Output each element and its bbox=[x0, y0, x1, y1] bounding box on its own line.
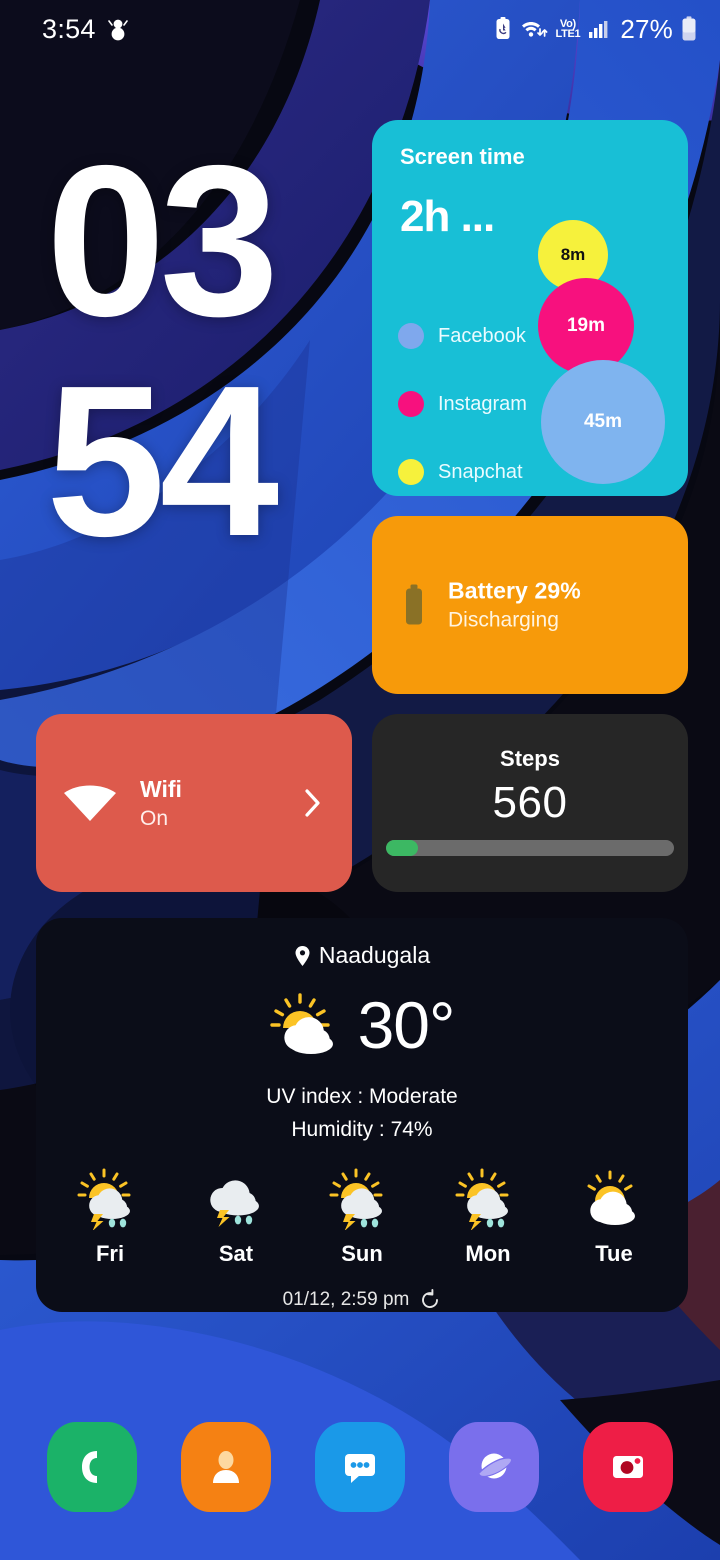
status-bar-clock: 3:54 bbox=[42, 13, 96, 44]
weather-widget[interactable]: Naadugala 30° UV index : Moderate Humidi… bbox=[36, 918, 688, 1312]
camera-icon[interactable] bbox=[583, 1422, 673, 1512]
clock-hours: 03 bbox=[46, 120, 279, 361]
steps-value: 560 bbox=[492, 778, 568, 827]
bubble-label-instagram: 19m bbox=[566, 315, 606, 336]
camera-glyph-icon bbox=[613, 1456, 643, 1478]
weather-meta: UV index : Moderate Humidity : 74% bbox=[36, 1081, 688, 1146]
forecast-label-mon: Mon bbox=[465, 1241, 511, 1267]
contacts-glyph-icon bbox=[213, 1451, 239, 1483]
battery-widget-content: Battery 29% Discharging bbox=[402, 578, 581, 633]
battery-icon bbox=[682, 16, 696, 41]
weather-temperature: 30° bbox=[357, 988, 456, 1062]
dock-app-contacts[interactable] bbox=[181, 1422, 271, 1512]
forecast-label-tue: Tue bbox=[595, 1241, 633, 1267]
dock bbox=[0, 1422, 720, 1512]
home-clock[interactable]: 03 54 bbox=[46, 120, 279, 582]
status-bar-right: Vo) LTE1 27% bbox=[493, 14, 698, 45]
sun-behind-cloud-icon bbox=[587, 1170, 635, 1226]
forecast-day-mon: Mon bbox=[438, 1168, 538, 1267]
legend-item-snapchat: Snapchat bbox=[398, 438, 568, 496]
volte-indicator: Vo) LTE1 bbox=[555, 18, 581, 40]
weather-location-row: Naadugala bbox=[36, 942, 688, 969]
weather-forecast-row: Fri Sat Sun Mon Tue bbox=[36, 1168, 688, 1267]
wifi-icon bbox=[64, 785, 116, 821]
messages-icon[interactable] bbox=[315, 1422, 405, 1512]
steps-title: Steps bbox=[500, 746, 560, 771]
legend-label-facebook: Facebook bbox=[438, 324, 526, 347]
battery-widget-subtitle: Discharging bbox=[448, 608, 559, 632]
screen-time-title: Screen time bbox=[400, 144, 525, 169]
weather-humidity: Humidity : 74% bbox=[291, 1117, 433, 1141]
phone-glyph-icon bbox=[82, 1451, 97, 1483]
wifi-widget-content: Wifi On bbox=[36, 714, 352, 892]
cloud-storm-rain-icon bbox=[210, 1180, 259, 1228]
sun-behind-cloud-icon bbox=[269, 993, 333, 1054]
internet-icon[interactable] bbox=[449, 1422, 539, 1512]
forecast-label-fri: Fri bbox=[95, 1241, 125, 1267]
battery-percent-label: 27% bbox=[620, 13, 673, 44]
signal-bars-icon bbox=[589, 21, 608, 38]
wifi-data-icon bbox=[522, 21, 548, 37]
screen-time-widget[interactable]: Screen time 2h ... Facebook Instagram Sn… bbox=[372, 120, 688, 496]
legend-dot-snapchat bbox=[398, 459, 424, 485]
bubble-instagram: 19m bbox=[538, 278, 634, 374]
battery-widget-text: Battery 29% Discharging bbox=[448, 578, 581, 633]
forecast-day-tue: Tue bbox=[564, 1168, 664, 1267]
wifi-widget-title: Wifi bbox=[140, 775, 182, 802]
refresh-icon[interactable] bbox=[419, 1289, 441, 1311]
battery-icon bbox=[406, 584, 422, 624]
phone-icon[interactable] bbox=[47, 1422, 137, 1512]
messages-glyph-icon bbox=[345, 1454, 375, 1483]
legend-label-instagram: Instagram bbox=[438, 392, 527, 415]
clock-minutes: 54 bbox=[46, 340, 279, 582]
dock-app-camera[interactable] bbox=[583, 1422, 673, 1512]
dock-app-internet[interactable] bbox=[449, 1422, 539, 1512]
location-pin-icon bbox=[295, 945, 310, 966]
chevron-right-icon[interactable] bbox=[300, 783, 326, 823]
volte-bottom-label: LTE1 bbox=[555, 28, 581, 40]
legend-dot-facebook bbox=[398, 323, 424, 349]
forecast-day-fri: Fri bbox=[60, 1168, 160, 1267]
wifi-widget-subtitle: On bbox=[140, 806, 169, 830]
weather-updated-row[interactable]: 01/12, 2:59 pm bbox=[36, 1289, 688, 1311]
battery-widget[interactable]: Battery 29% Discharging bbox=[372, 516, 688, 694]
weather-location-label: Naadugala bbox=[318, 942, 431, 968]
snowman-icon bbox=[107, 19, 128, 41]
weather-uv-index: UV index : Moderate bbox=[266, 1085, 458, 1108]
bubble-label-facebook: 45m bbox=[583, 411, 623, 432]
forecast-day-sun: Sun bbox=[312, 1168, 412, 1267]
forecast-day-sat: Sat bbox=[186, 1168, 286, 1267]
legend-label-snapchat: Snapchat bbox=[438, 460, 523, 483]
status-bar: 3:54 Vo) LTE1 27% bbox=[0, 0, 720, 58]
sun-cloud-storm-rain-icon bbox=[455, 1168, 509, 1232]
sun-cloud-storm-rain-icon bbox=[77, 1168, 131, 1232]
wifi-widget-text: Wifi On bbox=[140, 776, 300, 831]
weather-updated-label: 01/12, 2:59 pm bbox=[282, 1289, 410, 1311]
forecast-label-sat: Sat bbox=[218, 1241, 254, 1267]
contacts-icon[interactable] bbox=[181, 1422, 271, 1512]
internet-glyph-icon bbox=[478, 1453, 513, 1479]
bubble-label-snapchat: 8m bbox=[560, 245, 586, 264]
steps-widget[interactable]: Steps 560 bbox=[372, 714, 688, 892]
sun-cloud-storm-rain-icon bbox=[329, 1168, 383, 1232]
dock-app-phone[interactable] bbox=[47, 1422, 137, 1512]
screen-time-total: 2h ... bbox=[400, 192, 495, 241]
steps-progress-fill bbox=[386, 840, 418, 856]
status-bar-left: 3:54 bbox=[42, 14, 128, 45]
dock-app-messages[interactable] bbox=[315, 1422, 405, 1512]
forecast-label-sun: Sun bbox=[341, 1241, 383, 1267]
battery-saver-icon bbox=[496, 17, 510, 39]
battery-widget-title: Battery 29% bbox=[448, 577, 581, 604]
weather-current-row: 30° bbox=[36, 987, 688, 1063]
wifi-widget[interactable]: Wifi On bbox=[36, 714, 352, 892]
legend-dot-instagram bbox=[398, 391, 424, 417]
steps-progress-bar bbox=[386, 840, 674, 856]
bubble-facebook: 45m bbox=[541, 360, 665, 484]
